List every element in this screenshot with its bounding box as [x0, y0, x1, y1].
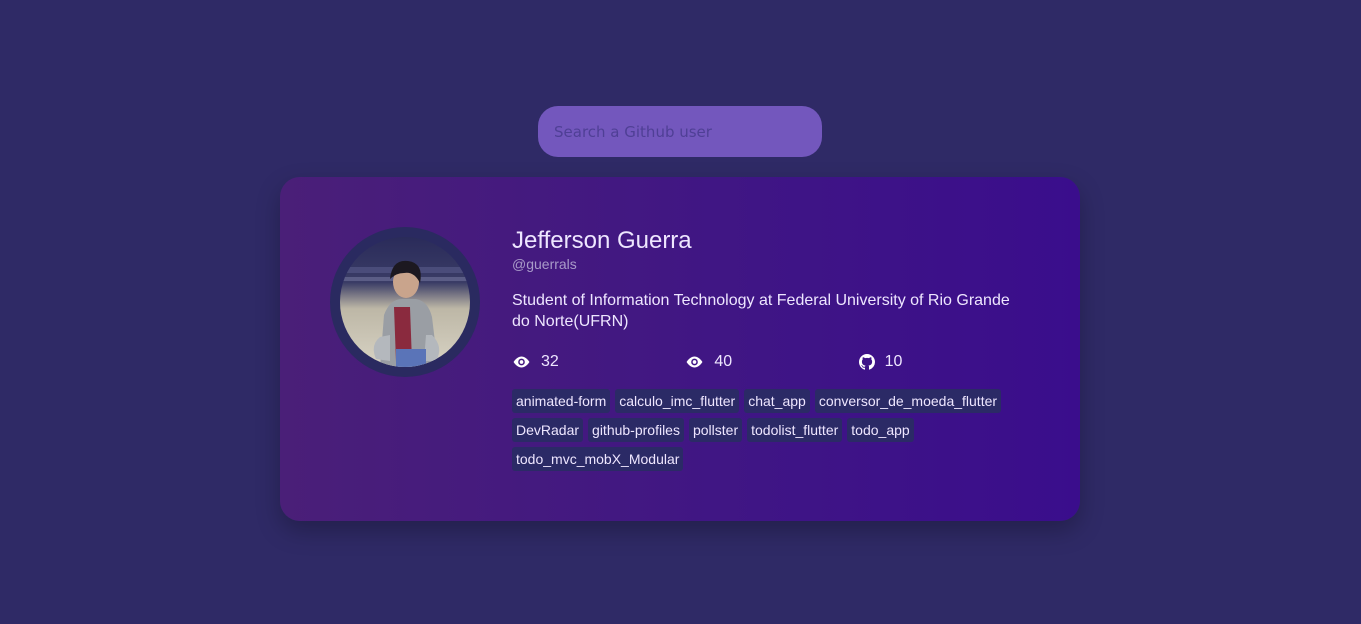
repo-list: animated-form calculo_imc_flutter chat_a… [512, 389, 1032, 476]
repo-tag[interactable]: calculo_imc_flutter [615, 389, 740, 413]
stat-value: 32 [541, 353, 559, 370]
user-name: Jefferson Guerra [512, 227, 692, 254]
repo-tag[interactable]: pollster [688, 418, 743, 442]
user-info: Jefferson Guerra @guerrals Student of In… [512, 227, 1032, 476]
user-handle: @guerrals [512, 256, 577, 272]
repo-tag[interactable]: chat_app [744, 389, 810, 413]
stat-repos: 10 [858, 353, 1032, 371]
stat-value: 40 [714, 353, 733, 370]
search-input[interactable] [538, 106, 822, 157]
stat-value: 10 [884, 353, 903, 370]
stat-following: 40 [685, 353, 858, 371]
repo-tag[interactable]: conversor_de_moeda_flutter [814, 389, 1002, 413]
user-bio: Student of Information Technology at Fed… [512, 292, 1010, 330]
stats-row: 32 40 10 [512, 352, 1032, 372]
github-icon [858, 354, 875, 370]
repo-tag[interactable]: animated-form [512, 389, 611, 413]
stat-followers: 32 [512, 353, 685, 371]
repo-tag[interactable]: todo_mvc_mobX_Modular [512, 447, 684, 471]
avatar-ring [330, 227, 480, 377]
repo-tag[interactable]: DevRadar [512, 418, 584, 442]
app-page: Jefferson Guerra @guerrals Student of In… [0, 0, 1361, 624]
avatar [340, 237, 470, 367]
repo-tag[interactable]: github-profiles [588, 418, 684, 442]
user-card: Jefferson Guerra @guerrals Student of In… [280, 177, 1080, 521]
eye-icon [513, 356, 530, 368]
repo-tag[interactable]: todo_app [847, 418, 914, 442]
repo-tag[interactable]: todolist_flutter [747, 418, 843, 442]
eye-icon [686, 356, 703, 368]
